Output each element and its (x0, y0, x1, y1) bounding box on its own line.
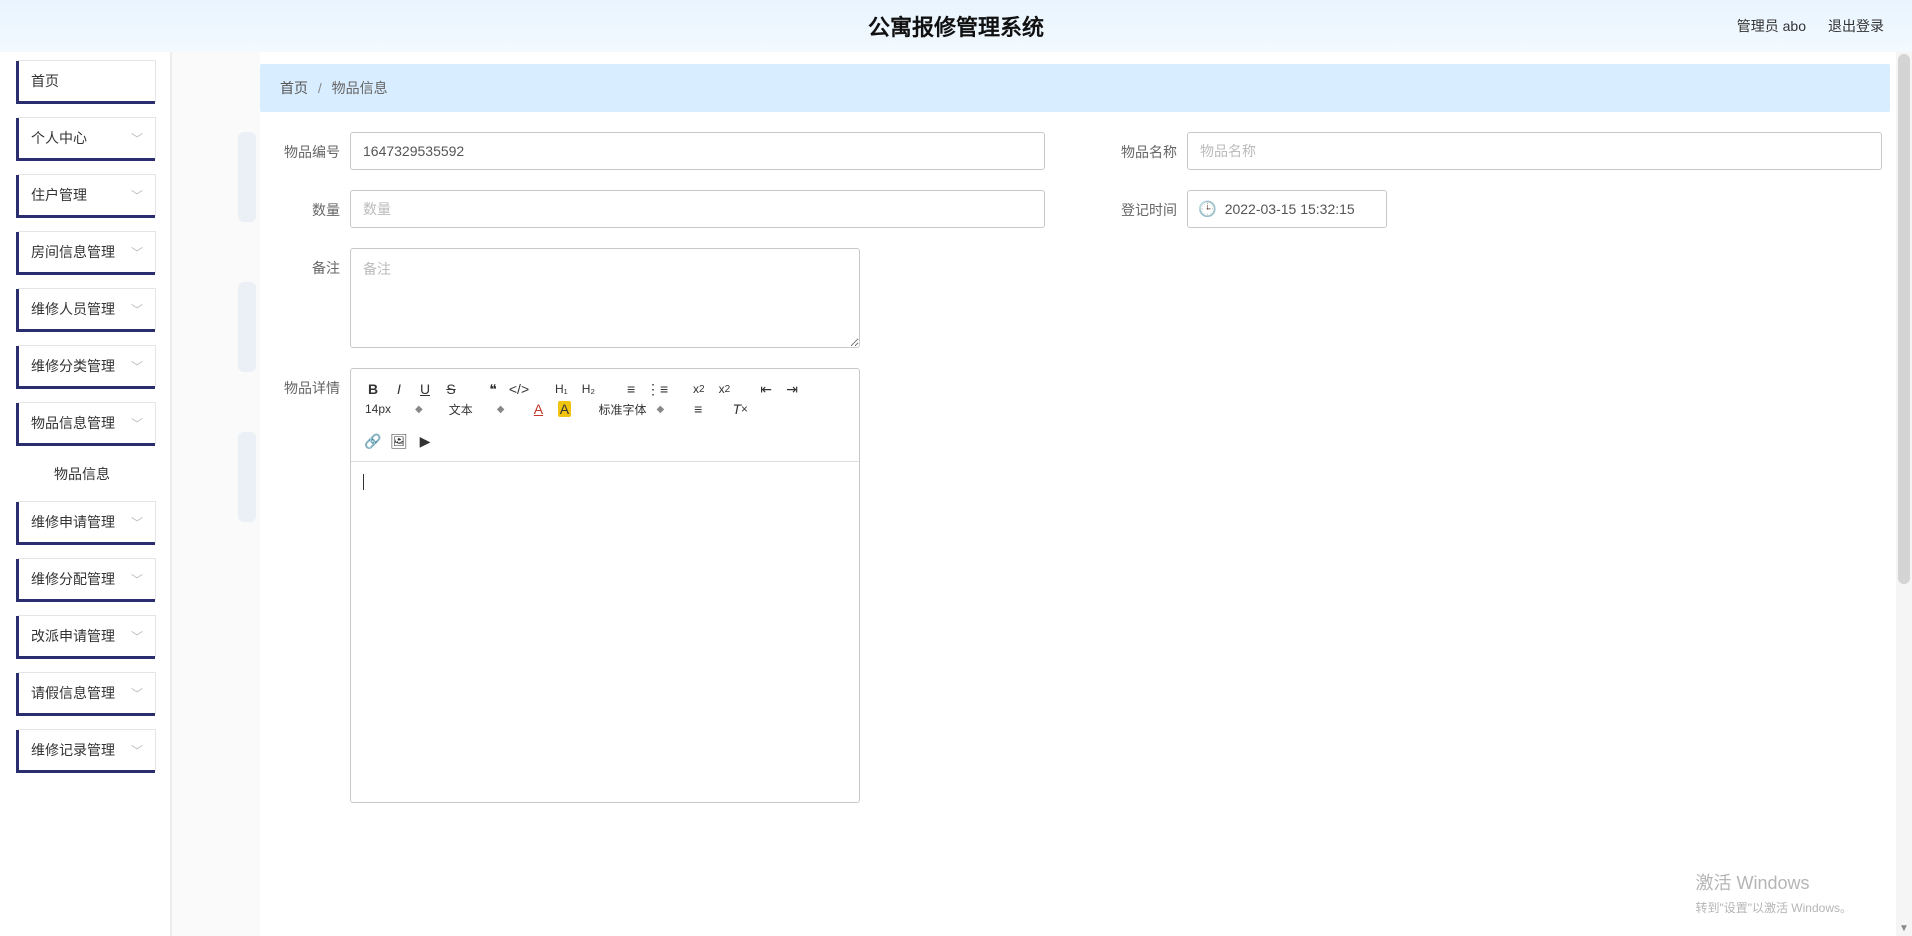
nav-repair-request-mgmt[interactable]: 维修申请管理﹀ (18, 501, 156, 543)
font-family-select[interactable]: 标准字体◆ (594, 397, 668, 421)
item-name-label: 物品名称 (1105, 132, 1177, 162)
remark-textarea[interactable] (350, 248, 860, 348)
image-icon[interactable]: 🖼 (387, 429, 411, 453)
nav-item-info-mgmt[interactable]: 物品信息管理﹀ (18, 402, 156, 444)
register-time-input[interactable]: 🕒 2022-03-15 15:32:15 (1187, 190, 1387, 228)
editor-body[interactable] (351, 462, 859, 802)
clear-format-icon[interactable]: T× (728, 397, 752, 421)
item-code-label: 物品编号 (268, 132, 340, 162)
select-arrow-icon: ◆ (656, 404, 664, 415)
chevron-down-icon: ﹀ (131, 685, 143, 702)
quantity-input[interactable] (350, 190, 1045, 228)
chevron-down-icon: ﹀ (131, 742, 143, 759)
nav-repair-assign-mgmt[interactable]: 维修分配管理﹀ (18, 558, 156, 600)
quantity-label: 数量 (268, 190, 340, 220)
bg-color-icon[interactable]: A (552, 397, 576, 421)
nav-repair-category-mgmt[interactable]: 维修分类管理﹀ (18, 345, 156, 387)
scrollbar-down-arrow-icon[interactable]: ▼ (1899, 923, 1909, 934)
nav-resident-mgmt[interactable]: 住户管理﹀ (18, 174, 156, 216)
remark-label: 备注 (268, 248, 340, 278)
link-icon[interactable]: 🔗 (361, 429, 385, 453)
admin-label[interactable]: 管理员 abo (1737, 16, 1806, 36)
nav-leave-info-mgmt[interactable]: 请假信息管理﹀ (18, 672, 156, 714)
chevron-down-icon: ﹀ (131, 628, 143, 645)
nav-maintainer-mgmt[interactable]: 维修人员管理﹀ (18, 288, 156, 330)
chevron-down-icon: ﹀ (131, 130, 143, 147)
page-scrollbar[interactable]: ▼ (1896, 52, 1912, 936)
rich-text-editor: B I U S ❝ </> H₁ H₂ ≡ (350, 368, 860, 803)
nav-personal-center[interactable]: 个人中心﹀ (18, 117, 156, 159)
nav-reassign-request-mgmt[interactable]: 改派申请管理﹀ (18, 615, 156, 657)
breadcrumb-home[interactable]: 首页 (280, 80, 308, 96)
item-name-input[interactable] (1187, 132, 1882, 170)
video-icon[interactable]: ▶ (413, 429, 437, 453)
chevron-down-icon: ﹀ (131, 244, 143, 261)
nav-room-info-mgmt[interactable]: 房间信息管理﹀ (18, 231, 156, 273)
app-title: 公寓报修管理系统 (868, 10, 1044, 42)
nav-repair-record-mgmt[interactable]: 维修记录管理﹀ (18, 729, 156, 771)
chevron-down-icon: ﹀ (131, 301, 143, 318)
chevron-down-icon: ﹀ (131, 571, 143, 588)
sidebar-scroll[interactable]: 首页 个人中心﹀ 住户管理﹀ 房间信息管理﹀ 维修人员管理﹀ 维修分类管理﹀ 物… (0, 52, 170, 936)
detail-label: 物品详情 (268, 368, 340, 398)
sidebar: 首页 个人中心﹀ 住户管理﹀ 房间信息管理﹀ 维修人员管理﹀ 维修分类管理﹀ 物… (0, 52, 170, 794)
select-arrow-icon: ◆ (497, 404, 505, 415)
font-size-select[interactable]: 14px◆ (361, 397, 427, 421)
scrollbar-thumb[interactable] (1898, 54, 1910, 584)
chevron-down-icon: ﹀ (131, 514, 143, 531)
main-content: 首页 / 物品信息 物品编号 物品名称 数量 (260, 52, 1912, 936)
register-time-label: 登记时间 (1105, 190, 1177, 220)
breadcrumb-current: 物品信息 (332, 80, 388, 96)
app-header: 公寓报修管理系统 管理员 abo 退出登录 (0, 0, 1912, 52)
editor-toolbar: B I U S ❝ </> H₁ H₂ ≡ (351, 369, 859, 462)
block-type-select[interactable]: 文本◆ (445, 397, 509, 421)
divider-area (170, 52, 260, 936)
breadcrumb-sep: / (318, 80, 322, 96)
nav-home[interactable]: 首页 (18, 60, 156, 102)
chevron-down-icon: ﹀ (131, 187, 143, 204)
clock-icon: 🕒 (1198, 200, 1217, 218)
font-color-icon[interactable]: A (526, 397, 550, 421)
item-code-input[interactable] (350, 132, 1045, 170)
select-arrow-icon: ◆ (415, 404, 423, 415)
chevron-down-icon: ﹀ (131, 358, 143, 375)
logout-link[interactable]: 退出登录 (1828, 16, 1884, 36)
nav-item-info[interactable]: 物品信息 (18, 453, 156, 495)
align-icon[interactable]: ≡ (686, 397, 710, 421)
register-time-value: 2022-03-15 15:32:15 (1225, 201, 1355, 217)
breadcrumb: 首页 / 物品信息 (260, 64, 1890, 112)
chevron-down-icon: ﹀ (131, 415, 143, 432)
